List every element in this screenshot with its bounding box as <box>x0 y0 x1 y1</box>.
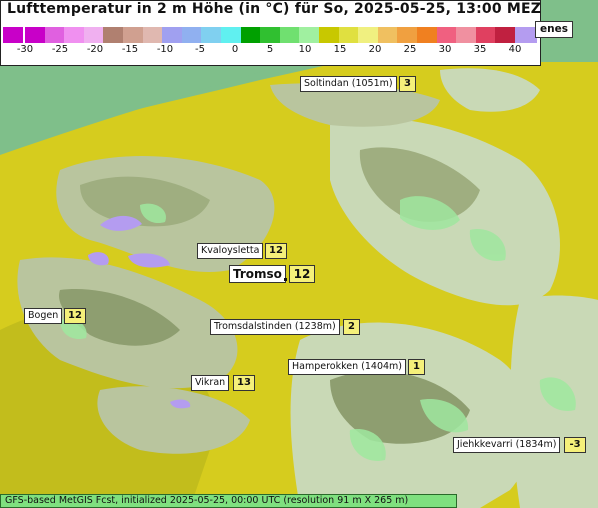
scale-swatch <box>181 27 202 43</box>
temp-value-hamperokken: 1 <box>408 359 425 375</box>
scale-tick-label: 0 <box>231 44 239 55</box>
scale-tick-label: 35 <box>473 44 487 55</box>
scale-swatch <box>377 27 398 43</box>
place-label-bogen: Bogen <box>24 308 63 324</box>
scale-tick-label: -15 <box>121 44 139 55</box>
place-label-soltindan: Soltindan (1051m) <box>300 76 397 92</box>
scale-swatch <box>64 27 85 43</box>
map-title: Lufttemperatur in 2 m Höhe (in °C) für S… <box>7 1 542 17</box>
place-label-tromsdalstinden: Tromsdalstinden (1238m) <box>210 319 340 335</box>
scale-tick-label: 40 <box>508 44 522 55</box>
temp-value-vikran: 13 <box>233 375 255 391</box>
temp-value-kvaloysletta: 12 <box>265 243 287 259</box>
scale-swatch <box>495 27 516 43</box>
scale-swatch <box>142 27 163 43</box>
scale-swatch <box>201 27 222 43</box>
scale-tick-label: -25 <box>51 44 69 55</box>
temp-value-tromsdalstinden: 2 <box>343 319 360 335</box>
scale-swatch <box>162 27 183 43</box>
scale-swatch <box>83 27 104 43</box>
legend-header: Lufttemperatur in 2 m Höhe (in °C) für S… <box>0 0 541 66</box>
temp-value-tromso: 12 <box>289 265 315 283</box>
scale-tick-label: -30 <box>16 44 34 55</box>
temperature-scale-ticks: -30 -25 -20 -15 -10 -5 0 5 10 15 20 25 30 35 40 <box>1 44 542 60</box>
scale-tick-label: 30 <box>438 44 452 55</box>
scale-tick-label: 20 <box>368 44 382 55</box>
scale-swatch <box>260 27 281 43</box>
place-label-kvaloysletta: Kvaloysletta <box>197 243 264 259</box>
scale-tick-label: -5 <box>195 44 205 55</box>
scale-swatch <box>44 27 65 43</box>
scale-swatch <box>397 27 418 43</box>
scale-swatch <box>456 27 477 43</box>
scale-tick-label: -10 <box>156 44 174 55</box>
temp-value-jiehkkevarri: -3 <box>564 437 586 453</box>
place-label-tromso: Tromso <box>229 265 286 283</box>
scale-swatch <box>338 27 359 43</box>
temp-value-soltindan: 3 <box>399 76 416 92</box>
scale-swatch <box>417 27 438 43</box>
forecast-footer: GFS-based MetGIS Fcst, initialized 2025-… <box>0 494 457 508</box>
partial-place-label: enes <box>535 21 573 38</box>
scale-tick-label: -20 <box>86 44 104 55</box>
place-label-hamperokken: Hamperokken (1404m) <box>288 359 406 375</box>
tromso-marker <box>284 278 287 281</box>
temperature-map <box>0 0 598 508</box>
scale-swatch <box>279 27 300 43</box>
scale-swatch <box>299 27 320 43</box>
scale-cap-low <box>3 27 23 43</box>
scale-tick-label: 15 <box>333 44 347 55</box>
scale-swatch <box>358 27 379 43</box>
scale-swatch <box>103 27 124 43</box>
scale-cap-high <box>515 27 537 43</box>
place-label-jiehkkevarri: Jiehkkevarri (1834m) <box>453 437 561 453</box>
scale-tick-label: 5 <box>266 44 274 55</box>
temp-value-bogen: 12 <box>64 308 86 324</box>
scale-swatch <box>123 27 144 43</box>
scale-swatch <box>240 27 261 43</box>
scale-tick-label: 10 <box>298 44 312 55</box>
scale-swatch <box>221 27 242 43</box>
scale-swatch <box>319 27 340 43</box>
scale-swatch <box>25 27 46 43</box>
scale-tick-label: 25 <box>403 44 417 55</box>
scale-swatch <box>475 27 496 43</box>
scale-swatch <box>436 27 457 43</box>
place-label-vikran: Vikran <box>191 375 230 391</box>
